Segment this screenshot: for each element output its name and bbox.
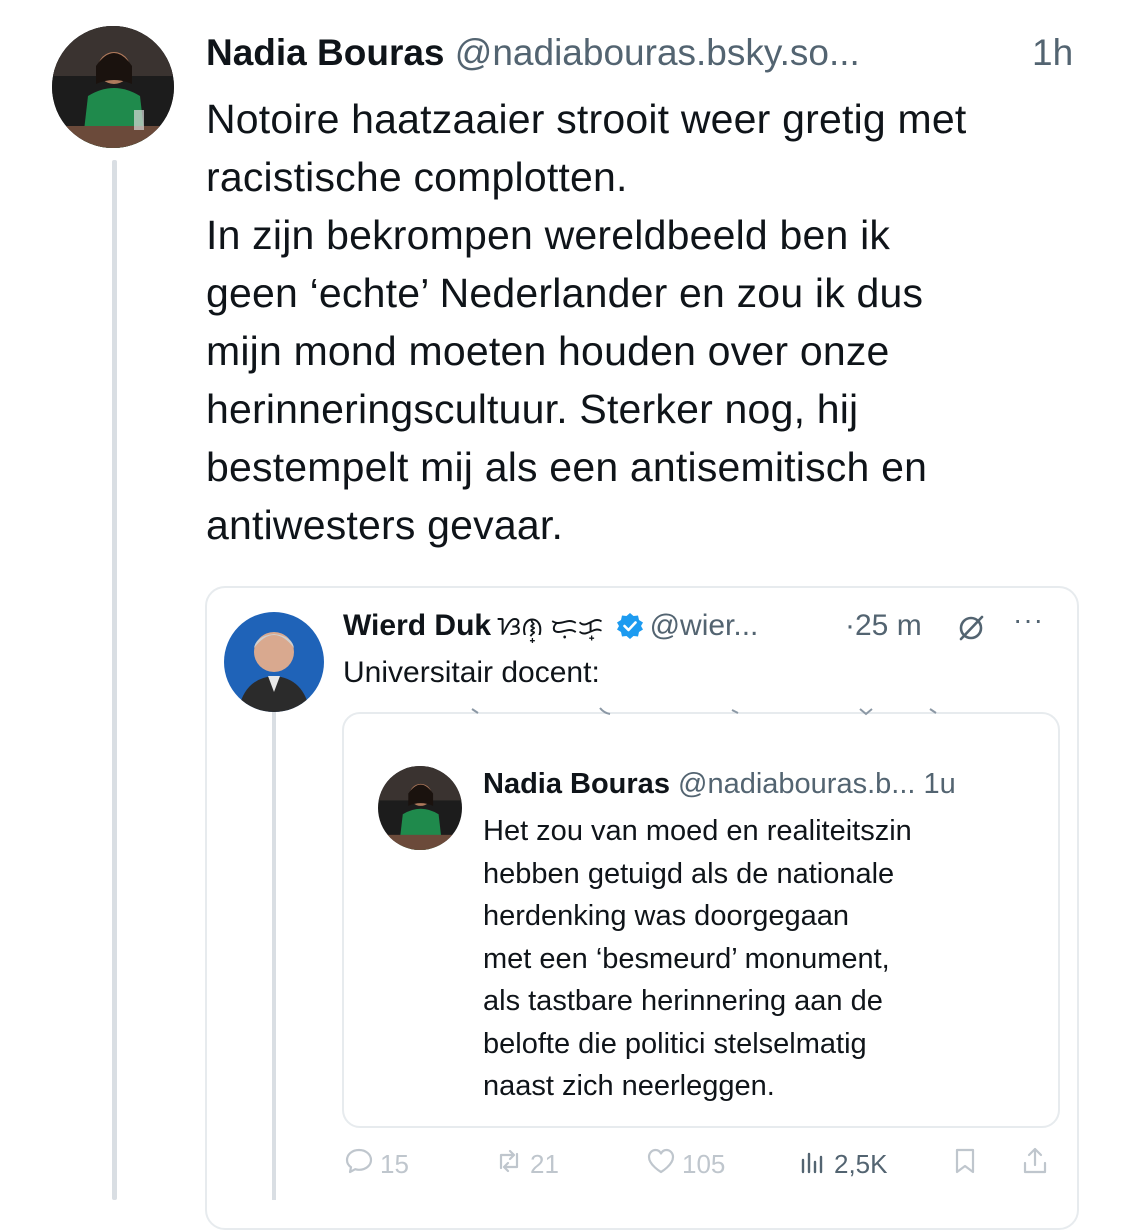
inner-body-line: belofte die politici stelselmatig [483,1027,867,1060]
action-bar: 15 21 105 [340,1140,1070,1192]
inner-body-line: herdenking was doorgegaan [483,900,849,932]
post-body-line: herinneringscultuur. Sterker nog, hij [206,386,859,432]
author-handle[interactable]: @nadiabouras.bsky.so... [455,32,860,73]
inner-post-time[interactable]: 1u [924,768,956,800]
more-options-icon[interactable]: ··· [1013,598,1044,642]
quoted-post-time[interactable]: ·25 m [845,604,922,648]
refresh-icon[interactable] [955,612,987,644]
author-name[interactable]: Nadia Bouras [206,32,445,73]
thread-line [112,160,117,1200]
bookmark-button[interactable] [950,1146,980,1183]
inner-author-name[interactable]: Nadia Bouras [483,768,670,800]
quoted-thread-line [272,710,276,1200]
post-body-line: In zijn bekrompen wereldbeeld ben ik [206,212,891,258]
post-body-line: antiwesters gevaar. [206,502,564,548]
views-count: 2,5K [834,1149,888,1179]
post-body-line: racistische complotten. [206,154,628,200]
inner-body-line: als tastbare herinnering aan de [483,985,883,1017]
post-header: Nadia Bouras @nadiabouras.bsky.so... 1h [206,28,1086,78]
repost-button[interactable]: 21 [494,1146,559,1183]
like-button[interactable]: 105 [646,1146,725,1183]
quoted-author-name[interactable]: Wierd Duk [343,609,491,642]
inner-body-line: naast zich neerleggen. [483,1070,775,1102]
share-button[interactable] [1020,1146,1050,1183]
cropped-content-fragment [471,707,937,716]
inner-author-avatar[interactable] [378,766,462,850]
quoted-post-text: Universitair docent: [343,656,600,689]
quoted-name-glyphs: ᜐᜈ᜔ ᜇᜓᜃ᜔ [497,611,604,641]
post-body-line: geen ‘echte’ Nederlander en zou ik dus [206,270,924,316]
inner-post-body: Het zou van moed en realiteitszin hebben … [483,810,1043,1108]
inner-body-line: hebben getuigd als de nationale [483,857,895,890]
verified-badge-icon [616,609,644,639]
quoted-author-handle[interactable]: @wier... [650,609,759,642]
inner-body-line: met een ‘besmeurd’ monument, [483,942,890,975]
reply-icon [344,1146,374,1183]
quoted-avatar-image [224,612,324,712]
post-body-line: Notoire haatzaaier strooit weer gretig m… [206,96,967,142]
avatar-image [52,26,174,148]
repost-icon [494,1146,524,1183]
share-icon [1020,1146,1050,1183]
post-body-line: mijn mond moeten houden over onze [206,328,890,374]
post-time[interactable]: 1h [1032,28,1073,78]
quoted-post-header: Wierd Duk ᜐᜈ᜔ ᜇᜓᜃ᜔ @wier... ·25 m ··· [343,604,1063,648]
post-body: Notoire haatzaaier strooit weer gretig m… [206,90,1096,554]
inner-post-header: Nadia Bouras @nadiabouras.b... 1u [483,764,956,804]
bookmark-icon [950,1146,980,1183]
quoted-author-avatar[interactable] [224,612,324,712]
views-icon [798,1146,828,1183]
reply-count: 15 [380,1149,409,1179]
like-count: 105 [682,1149,726,1179]
inner-avatar-image [378,766,462,850]
views-button[interactable]: 2,5K [798,1146,888,1183]
repost-count: 21 [530,1149,559,1179]
reply-button[interactable]: 15 [344,1146,409,1183]
like-icon [646,1146,676,1183]
post-body-line: bestempelt mij als een antisemitisch en [206,444,928,490]
inner-body-line: Het zou van moed en realiteitszin [483,815,912,847]
inner-author-handle[interactable]: @nadiabouras.b... [678,768,915,800]
author-avatar[interactable] [52,26,174,148]
